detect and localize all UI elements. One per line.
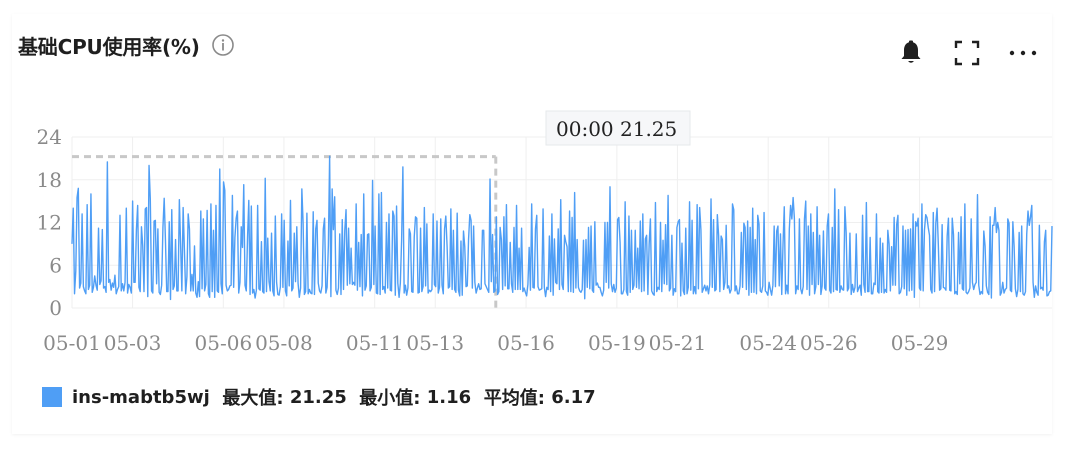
y-tick-label: 6: [49, 253, 62, 277]
legend-avg-value: 6.17: [551, 386, 596, 408]
x-tick-label: 05-21: [649, 331, 707, 355]
legend: ins-mabtb5wj 最大值: 21.25 最小值: 1.16 平均值: 6…: [42, 382, 596, 412]
x-tick-label: 05-13: [406, 331, 464, 355]
card-header: 基础CPU使用率(%): [18, 30, 234, 60]
x-tick-label: 05-03: [104, 331, 162, 355]
bell-icon: [901, 40, 921, 63]
y-tick-label: 12: [37, 211, 62, 235]
info-circle-icon[interactable]: [211, 34, 234, 56]
x-tick-label: 05-26: [800, 331, 858, 355]
card-toolbar: [896, 38, 1038, 68]
series-layer: [71, 155, 1053, 301]
legend-avg-label: 平均值:: [483, 388, 545, 409]
more-button[interactable]: [1008, 38, 1038, 68]
legend-min-value: 1.16: [426, 386, 472, 408]
series-line: [71, 155, 1053, 301]
x-tick-label: 05-24: [739, 331, 797, 355]
x-tick-label: 05-01: [43, 331, 101, 355]
fullscreen-button[interactable]: [952, 38, 982, 68]
more-horizontal-icon: [1009, 50, 1037, 56]
x-tick-label: 05-16: [497, 331, 555, 355]
x-tick-label: 05-19: [588, 331, 646, 355]
x-tick-label: 05-29: [891, 331, 949, 355]
y-tick-label: 24: [37, 125, 62, 149]
chart-title: 基础CPU使用率(%): [18, 34, 200, 59]
tooltip-text: 00:00 21.25: [556, 117, 677, 141]
x-tick-label: 05-08: [255, 331, 313, 355]
legend-swatch[interactable]: [42, 387, 62, 407]
legend-min-label: 最小值:: [359, 388, 421, 409]
alert-button[interactable]: [896, 38, 926, 68]
x-tick-label: 05-06: [195, 331, 253, 355]
x-axis: 05-01 05-03 05-06 05-08 05-11 05-13 05-16 05-19…: [43, 331, 948, 355]
x-tick-label: 05-11: [346, 331, 404, 355]
line-chart: 06121824 05-01 05-03 05-06 05-08 05-11 05-13 0…: [37, 110, 1053, 355]
y-axis: 0 6 12 18 24: [37, 125, 62, 320]
legend-series-name[interactable]: ins-mabtb5wj: [72, 387, 210, 408]
legend-max-label: 最大值:: [222, 388, 284, 409]
y-tick-label: 18: [37, 168, 62, 192]
y-tick-label: 0: [49, 296, 62, 320]
legend-max-value: 21.25: [289, 386, 347, 408]
tooltip: 00:00 21.25: [545, 110, 691, 146]
fullscreen-icon: [954, 40, 980, 66]
